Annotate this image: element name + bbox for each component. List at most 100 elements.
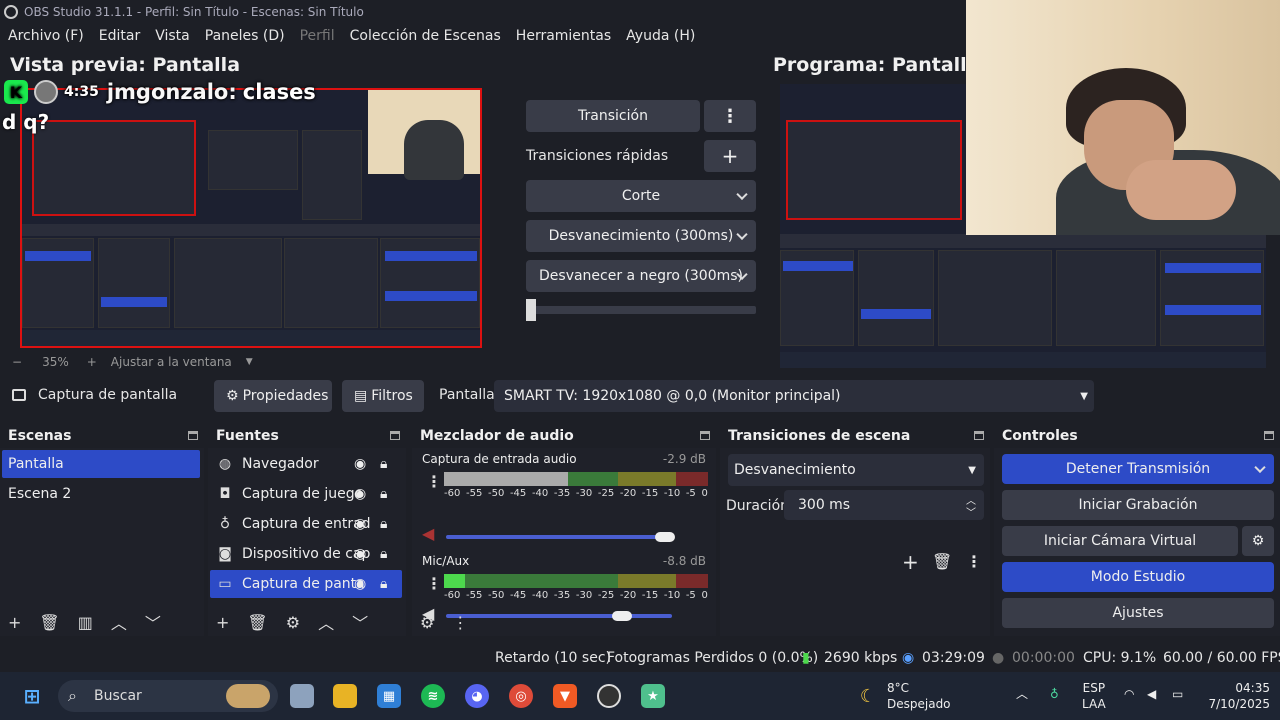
quick-transition-fade-black[interactable]: Desvanecer a negro (300ms) [526, 260, 756, 292]
undock-icon[interactable] [700, 431, 710, 440]
filter-icon[interactable]: ▥ [78, 613, 93, 632]
volume-slider-1[interactable] [446, 532, 676, 542]
transition-menu-icon[interactable]: ⋮ [966, 552, 982, 571]
menu-vista[interactable]: Vista [155, 28, 190, 44]
chrome-icon[interactable]: ◎ [509, 684, 533, 708]
tray-overflow-icon[interactable]: ︿ [1016, 686, 1028, 702]
display-select[interactable]: SMART TV: 1920x1080 @ 0,0 (Monitor princ… [494, 380, 1094, 412]
task-view-icon[interactable] [290, 684, 314, 708]
trash-icon[interactable]: 🗑 [932, 552, 952, 571]
channel-menu-icon[interactable]: ⋮ [426, 574, 442, 593]
lock-icon[interactable]: 🔒︎ [380, 486, 387, 502]
menu-herramientas[interactable]: Herramientas [516, 28, 611, 44]
settings-button[interactable]: Ajustes [1002, 598, 1274, 628]
speaker-muted-icon[interactable]: ◀ [422, 524, 434, 543]
transition-button[interactable]: Transición [526, 100, 700, 132]
quick-transition-corte[interactable]: Corte [526, 180, 756, 212]
filters-button[interactable]: ▤ Filtros [342, 380, 424, 412]
scene-item-pantalla[interactable]: Pantalla [2, 450, 200, 478]
arrow-up-icon[interactable]: ︿ [318, 610, 334, 634]
transition-menu-button[interactable]: ⋮ [704, 100, 756, 132]
undock-icon[interactable] [188, 431, 198, 440]
undock-icon[interactable] [390, 431, 400, 440]
visibility-eye-icon[interactable]: ◉ [354, 546, 366, 562]
lock-icon[interactable]: 🔒︎ [380, 576, 387, 592]
visibility-eye-icon[interactable]: ◉ [354, 516, 366, 532]
gear-icon[interactable]: ⚙ [286, 613, 300, 632]
spin-down-icon[interactable]: ﹀ [966, 504, 976, 519]
chevron-down-icon[interactable] [1254, 461, 1266, 474]
visibility-eye-icon[interactable]: ◉ [354, 576, 366, 592]
spotify-icon[interactable]: ≋ [421, 684, 445, 708]
source-item-navegador[interactable]: ◍ Navegador [210, 450, 402, 478]
arrow-down-icon[interactable]: ﹀ [352, 610, 368, 634]
duration-input[interactable]: 300 ms ︿ ﹀ [784, 490, 984, 520]
arrow-down-icon[interactable]: ﹀ [145, 610, 161, 634]
studio-mode-button[interactable]: Modo Estudio [1002, 562, 1274, 592]
stop-stream-button[interactable]: Detener Transmisión [1002, 454, 1274, 484]
advanced-audio-gear-icon[interactable]: ⚙ [420, 613, 434, 632]
source-item-dispositivo[interactable]: ◙ Dispositivo de cap [210, 540, 402, 568]
volume-thumb[interactable] [655, 532, 676, 542]
tbar-slider-track[interactable] [526, 306, 756, 314]
menu-ayuda[interactable]: Ayuda (H) [626, 28, 695, 44]
visibility-eye-icon[interactable]: ◉ [354, 486, 366, 502]
menu-paneles[interactable]: Paneles (D) [205, 28, 285, 44]
store-icon[interactable]: ▦ [377, 684, 401, 708]
channel-menu-icon[interactable]: ⋮ [426, 472, 442, 491]
undock-icon[interactable] [1264, 431, 1274, 440]
zoom-level: 35% [42, 355, 69, 369]
chat-user: jmgonzalo: [106, 80, 237, 104]
add-icon[interactable]: + [216, 613, 229, 632]
battery-icon[interactable]: ▭ [1172, 686, 1183, 702]
trash-icon[interactable]: 🗑 [247, 613, 267, 632]
wifi-icon[interactable]: ◠ [1124, 686, 1134, 702]
fit-window-label[interactable]: Ajustar a la ventana [111, 355, 232, 369]
trash-icon[interactable]: 🗑 [39, 613, 59, 632]
tbar-slider-thumb[interactable] [526, 299, 536, 321]
scene-item-escena-2[interactable]: Escena 2 [2, 480, 200, 508]
preview-canvas[interactable] [20, 88, 482, 348]
speaker-icon[interactable]: ◀ [1147, 686, 1156, 702]
source-item-captura-pantalla[interactable]: ▭ Captura de panta [210, 570, 402, 598]
properties-button[interactable]: ⚙ Propiedades [214, 380, 332, 412]
search-highlight-image [226, 684, 270, 708]
file-explorer-icon[interactable] [333, 684, 357, 708]
mixer-menu-icon[interactable]: ⋮ [452, 613, 468, 632]
zoom-in-button[interactable]: + [87, 355, 97, 369]
windows-start-icon[interactable]: ⊞ [20, 684, 44, 708]
arrow-up-icon[interactable]: ︿ [111, 610, 127, 634]
menu-archivo[interactable]: Archivo (F) [8, 28, 84, 44]
controls-dock: Controles Detener Transmisión Iniciar Gr… [994, 424, 1280, 636]
language-indicator[interactable]: ESP LAA [1082, 680, 1106, 712]
lock-icon[interactable]: 🔒︎ [380, 546, 387, 562]
weather-widget[interactable]: 8°C Despejado [887, 680, 951, 712]
undock-icon[interactable] [974, 431, 984, 440]
start-recording-button[interactable]: Iniciar Grabación [1002, 490, 1274, 520]
menu-coleccion-escenas[interactable]: Colección de Escenas [350, 28, 501, 44]
zoom-dropdown-icon[interactable]: ▼ [246, 357, 253, 367]
source-item-captura-juego[interactable]: ◘ Captura de juego [210, 480, 402, 508]
start-virtual-camera-button[interactable]: Iniciar Cámara Virtual [1002, 526, 1238, 556]
lock-icon[interactable]: 🔒︎ [380, 456, 387, 472]
source-type-icon [12, 389, 26, 401]
add-icon[interactable]: + [902, 550, 919, 574]
virtualcam-settings-gear-icon[interactable]: ⚙ [1242, 526, 1274, 556]
add-quick-transition-button[interactable]: + [704, 140, 756, 172]
microphone-icon[interactable]: ♁ [1050, 686, 1059, 702]
quick-transition-fade[interactable]: Desvanecimiento (300ms) [526, 220, 756, 252]
discord-icon[interactable]: ◕ [465, 684, 489, 708]
clock[interactable]: 04:35 7/10/2025 [1198, 680, 1270, 712]
lock-icon[interactable]: 🔒︎ [380, 516, 387, 532]
visibility-eye-icon[interactable]: ◉ [354, 456, 366, 472]
transition-select[interactable]: Desvanecimiento ▼ [728, 454, 984, 486]
add-icon[interactable]: + [8, 613, 21, 632]
obs-taskbar-icon[interactable] [597, 684, 621, 708]
menu-editar[interactable]: Editar [99, 28, 140, 44]
source-item-captura-entrada[interactable]: ♁ Captura de entrad [210, 510, 402, 538]
zoom-out-button[interactable]: − [12, 355, 22, 369]
taskbar-search[interactable]: ⌕ Buscar [58, 680, 278, 712]
brave-icon[interactable]: ▼ [553, 684, 577, 708]
menu-perfil[interactable]: Perfil [300, 28, 335, 44]
streaming-app-icon[interactable]: ★ [641, 684, 665, 708]
